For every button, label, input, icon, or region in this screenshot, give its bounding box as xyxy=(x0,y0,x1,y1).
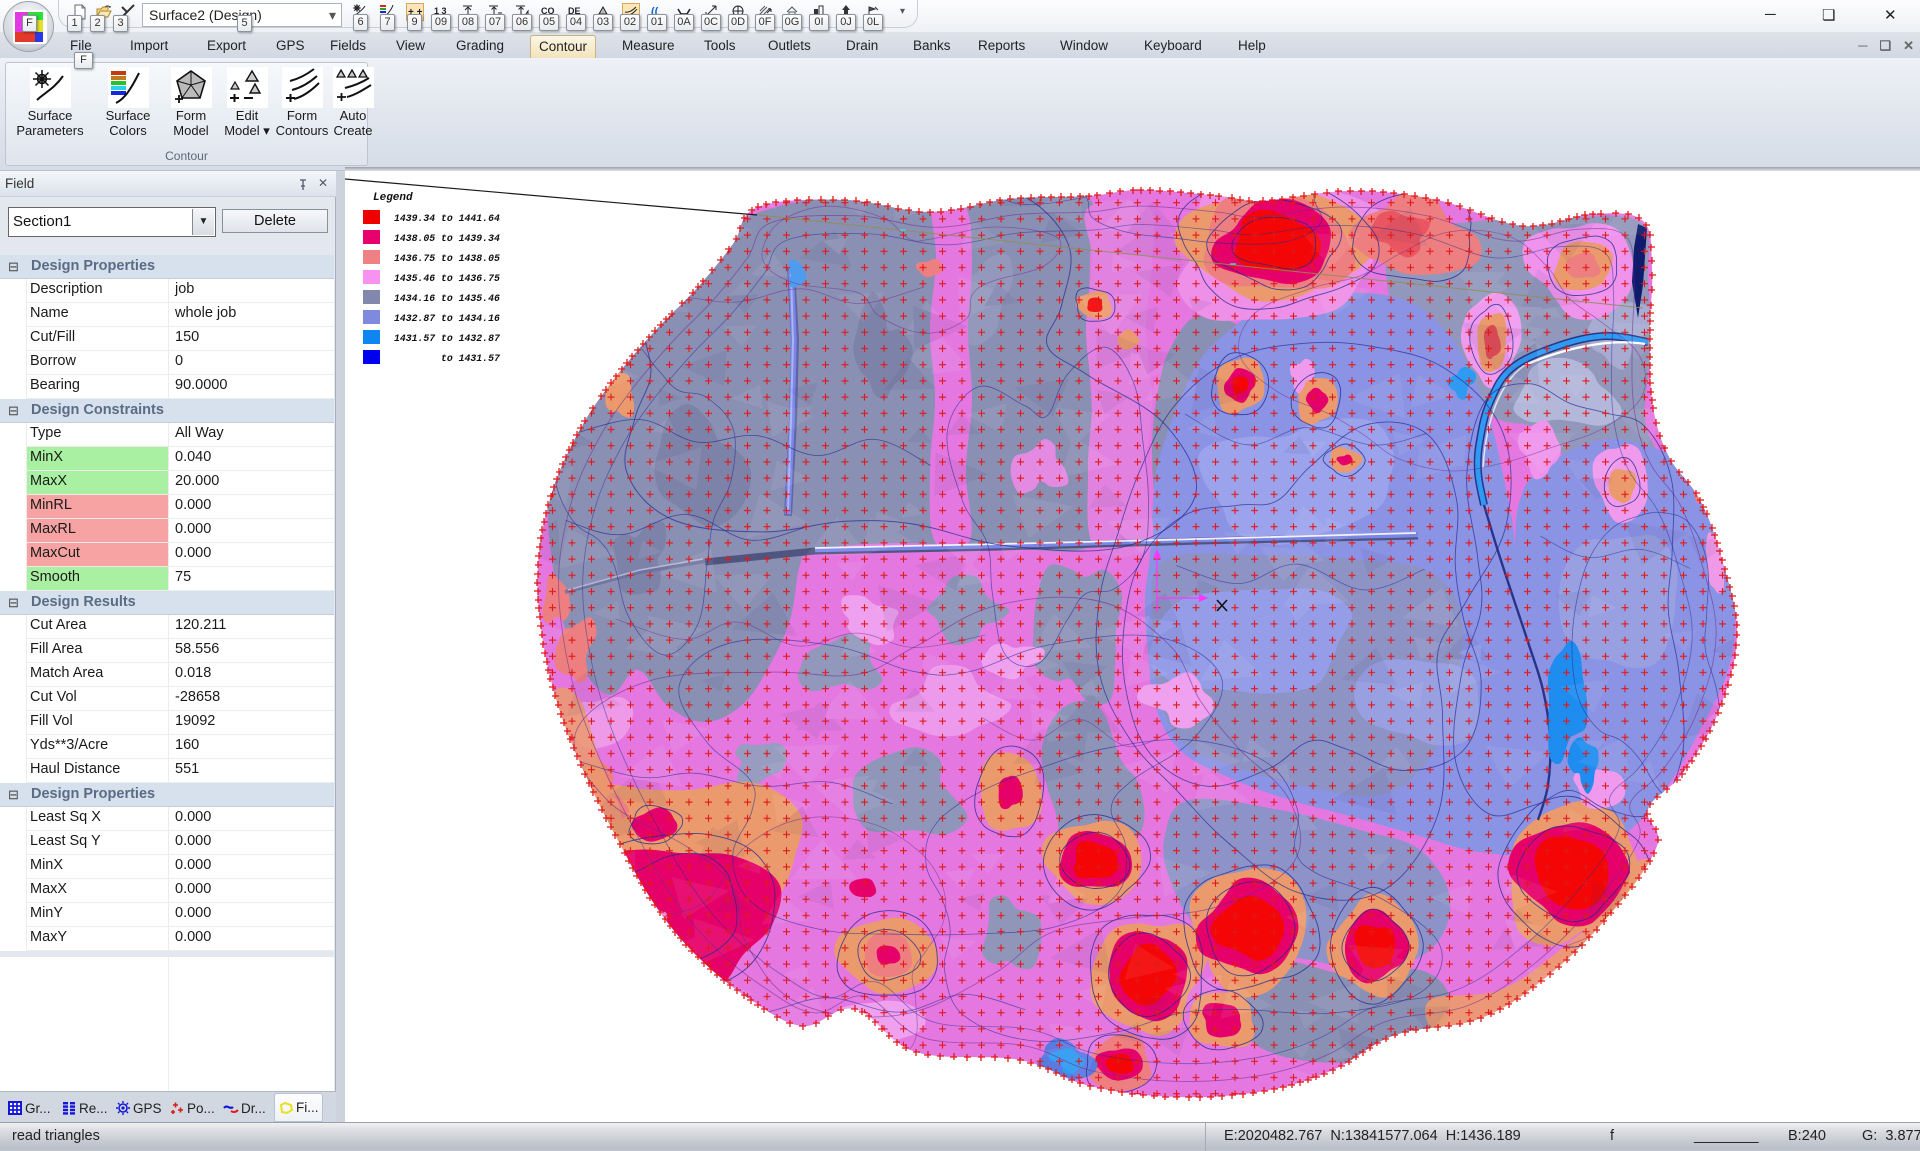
svg-text:1435.46 to 1436.75: 1435.46 to 1436.75 xyxy=(394,273,500,284)
svg-text:1436.75 to 1438.05: 1436.75 to 1438.05 xyxy=(394,253,500,264)
svg-text:Legend: Legend xyxy=(373,192,413,204)
svg-text:1434.16 to 1435.46: 1434.16 to 1435.46 xyxy=(394,293,500,304)
svg-text:1438.05 to 1439.34: 1438.05 to 1439.34 xyxy=(394,233,500,244)
svg-text:to 1431.57: to 1431.57 xyxy=(394,353,500,364)
svg-text:1432.87 to 1434.16: 1432.87 to 1434.16 xyxy=(394,313,500,324)
svg-text:1431.57 to 1432.87: 1431.57 to 1432.87 xyxy=(394,333,500,344)
svg-text:1439.34 to 1441.64: 1439.34 to 1441.64 xyxy=(394,213,500,224)
